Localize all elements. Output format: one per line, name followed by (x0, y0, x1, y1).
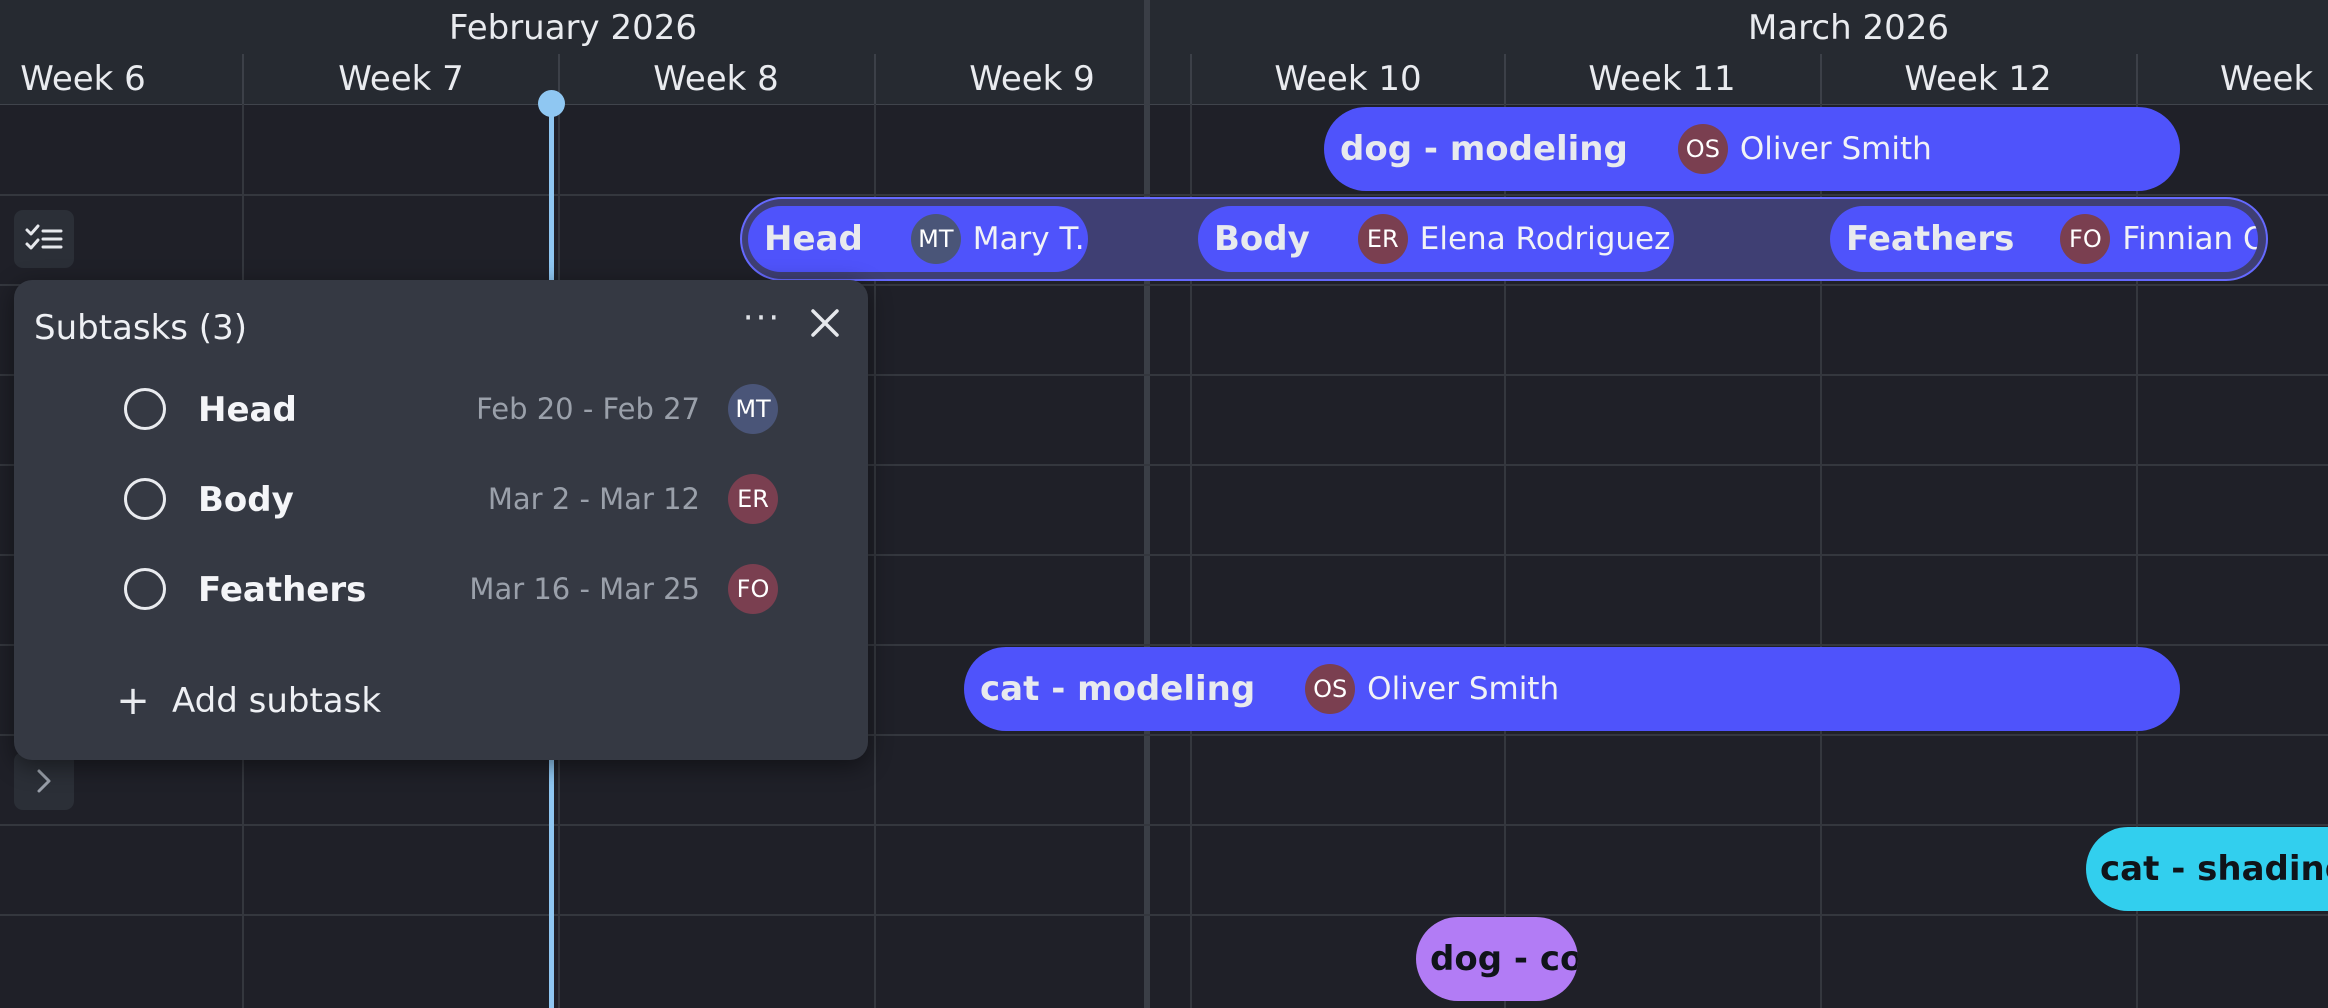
task-title: cat - modeling (980, 669, 1256, 709)
week-label: Week 7 (338, 59, 464, 99)
avatar: ER (1357, 214, 1408, 264)
avatar: MT (728, 384, 778, 434)
subtask-bar-feathers[interactable]: Feathers FO Finnian O... (1830, 206, 2258, 272)
plus-icon: + (116, 678, 150, 724)
week-label: Week 9 (969, 59, 1095, 99)
task-title: dog - modeling (1340, 129, 1628, 169)
chevron-right-icon (37, 769, 51, 793)
close-button[interactable] (798, 296, 852, 350)
subtask-dates: Mar 16 - Mar 25 (469, 572, 700, 606)
subtask-title: Body (1214, 219, 1310, 259)
avatar: FO (728, 564, 778, 614)
week-label: Week 11 (1588, 59, 1736, 99)
subtask-bar-head[interactable]: Head MT Mary T... (748, 206, 1088, 272)
task-bar-dog-cor[interactable]: dog - cor (1416, 917, 1578, 1001)
subtasks-toggle-button[interactable] (14, 210, 74, 268)
grid-row-line (0, 824, 2328, 826)
task-title: dog - cor (1430, 939, 1578, 979)
month-label: March 2026 (1748, 8, 1949, 48)
avatar: ER (728, 474, 778, 524)
task-title: cat - shading (2100, 849, 2328, 889)
week-label: Week 12 (1904, 59, 2052, 99)
month-header: February 2026 March 2026 (0, 0, 2328, 55)
assignee-name: Oliver Smith (1739, 131, 1932, 167)
task-bar-cat-shading[interactable]: cat - shading (2086, 827, 2328, 911)
subtask-title: Feathers (1846, 219, 2015, 259)
grid-row-line (0, 194, 2328, 196)
subtask-name: Head (198, 390, 297, 430)
subtask-checkbox[interactable] (124, 478, 166, 520)
month-boundary (1144, 0, 1150, 1008)
avatar: OS (1677, 124, 1728, 174)
add-subtask-button[interactable]: + Add subtask (114, 676, 381, 726)
checklist-icon (25, 224, 63, 250)
subtask-bar-body[interactable]: Body ER Elena Rodriguez (1198, 206, 1674, 272)
assignee-name: Mary T... (972, 221, 1088, 257)
avatar: OS (1305, 664, 1356, 714)
week-header: Week 6 Week 7 Week 8 Week 9 Week 10 Week… (0, 54, 2328, 105)
week-label: Week 8 (653, 59, 779, 99)
subtask-name: Body (198, 480, 294, 520)
subtask-checkbox[interactable] (124, 388, 166, 430)
avatar: FO (2060, 214, 2111, 264)
panel-title: Subtasks (3) (34, 308, 247, 348)
close-icon (811, 309, 839, 337)
week-label: Week (2220, 59, 2314, 99)
expand-row-button[interactable] (14, 752, 74, 810)
month-label: February 2026 (449, 8, 697, 48)
more-icon[interactable]: ··· (732, 298, 792, 350)
subtask-dates: Mar 2 - Mar 12 (487, 482, 700, 516)
assignee-name: Finnian O... (2122, 221, 2258, 257)
week-label: Week 10 (1274, 59, 1422, 99)
subtask-name: Feathers (198, 570, 367, 610)
add-subtask-label: Add subtask (172, 681, 382, 721)
assignee-name: Oliver Smith (1367, 671, 1560, 707)
subtask-dates: Feb 20 - Feb 27 (476, 392, 700, 426)
assignee-name: Elena Rodriguez (1419, 221, 1671, 257)
subtask-list-item[interactable]: Body Mar 2 - Mar 12 ER (110, 472, 790, 532)
subtask-checkbox[interactable] (124, 568, 166, 610)
task-bar-cat-modeling[interactable]: cat - modeling OS Oliver Smith (964, 647, 2180, 731)
subtask-list-item[interactable]: Feathers Mar 16 - Mar 25 FO (110, 562, 790, 622)
today-marker[interactable] (538, 90, 565, 117)
subtasks-panel: Subtasks (3) ··· Head Feb 20 - Feb 27 MT… (14, 280, 868, 760)
week-label: Week 6 (20, 59, 146, 99)
avatar: MT (910, 214, 961, 264)
grid-row-line (0, 914, 2328, 916)
task-bar-dog-modeling[interactable]: dog - modeling OS Oliver Smith (1324, 107, 2180, 191)
subtask-list-item[interactable]: Head Feb 20 - Feb 27 MT (110, 382, 790, 442)
subtask-title: Head (764, 219, 863, 259)
